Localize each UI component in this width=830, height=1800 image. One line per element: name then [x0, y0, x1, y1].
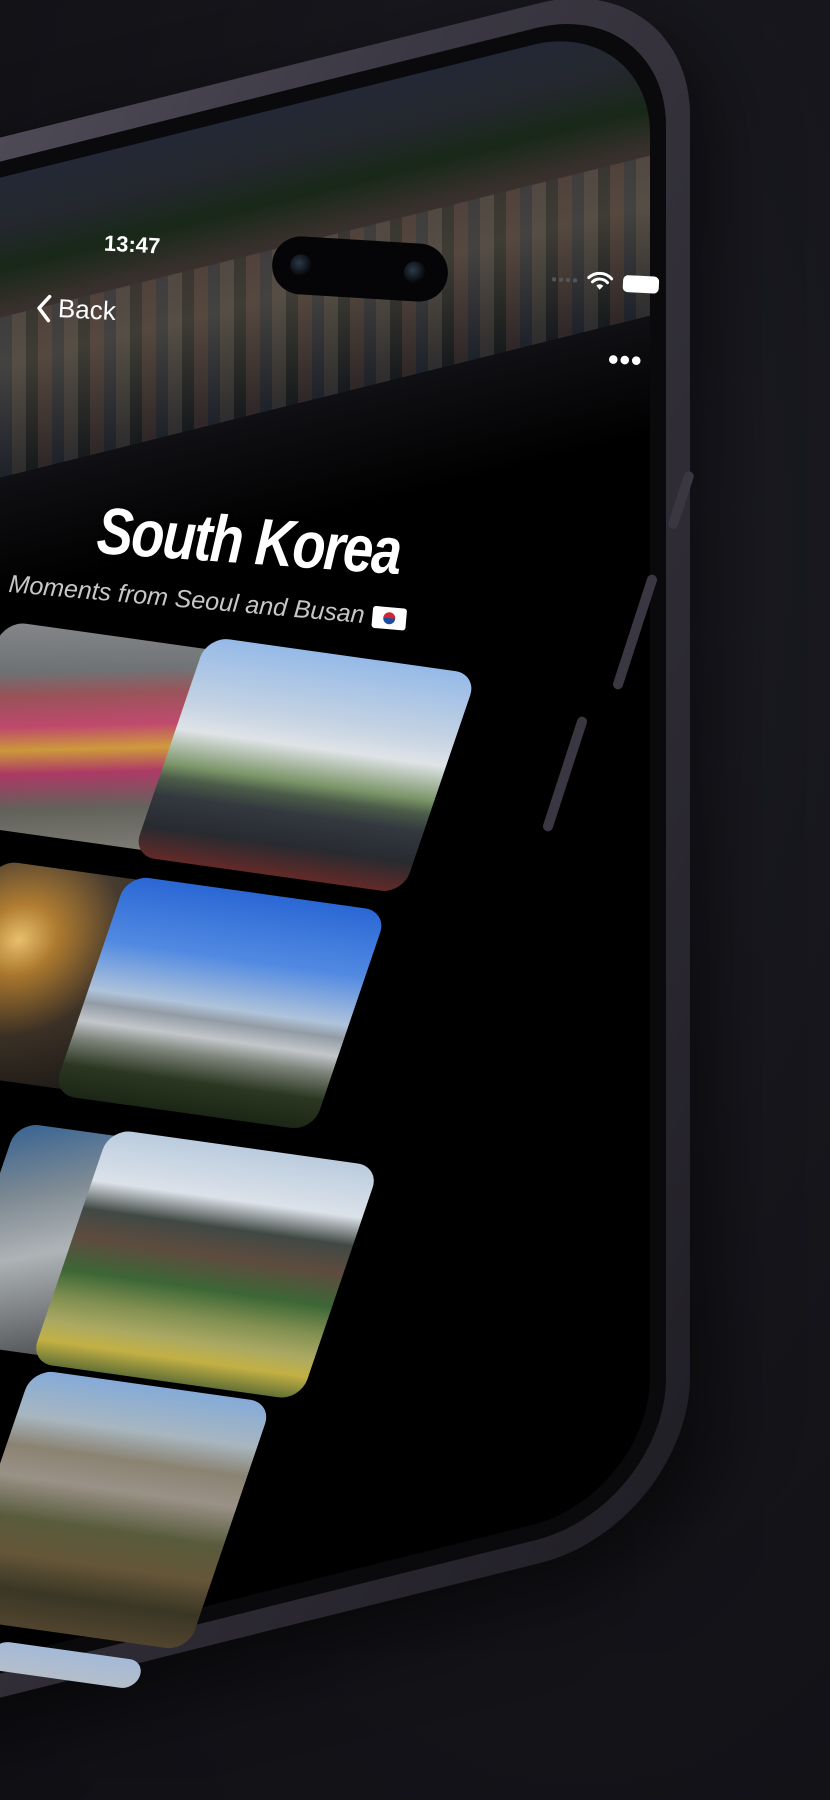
status-time: 13:47: [103, 230, 161, 259]
camera-icon: [289, 253, 313, 278]
korea-flag-icon: [371, 606, 408, 632]
app-showcase: 13:47 Back ••• South Korea Moments from …: [0, 0, 830, 1800]
sensor-icon: [403, 260, 427, 285]
signal-icon: [551, 277, 578, 283]
battery-icon: [622, 274, 660, 294]
wifi-icon: [587, 271, 614, 290]
dynamic-island: [270, 234, 450, 304]
back-button[interactable]: Back: [35, 292, 117, 327]
back-label: Back: [57, 293, 117, 327]
more-options-button[interactable]: •••: [607, 343, 643, 379]
chevron-left-icon: [37, 294, 52, 322]
